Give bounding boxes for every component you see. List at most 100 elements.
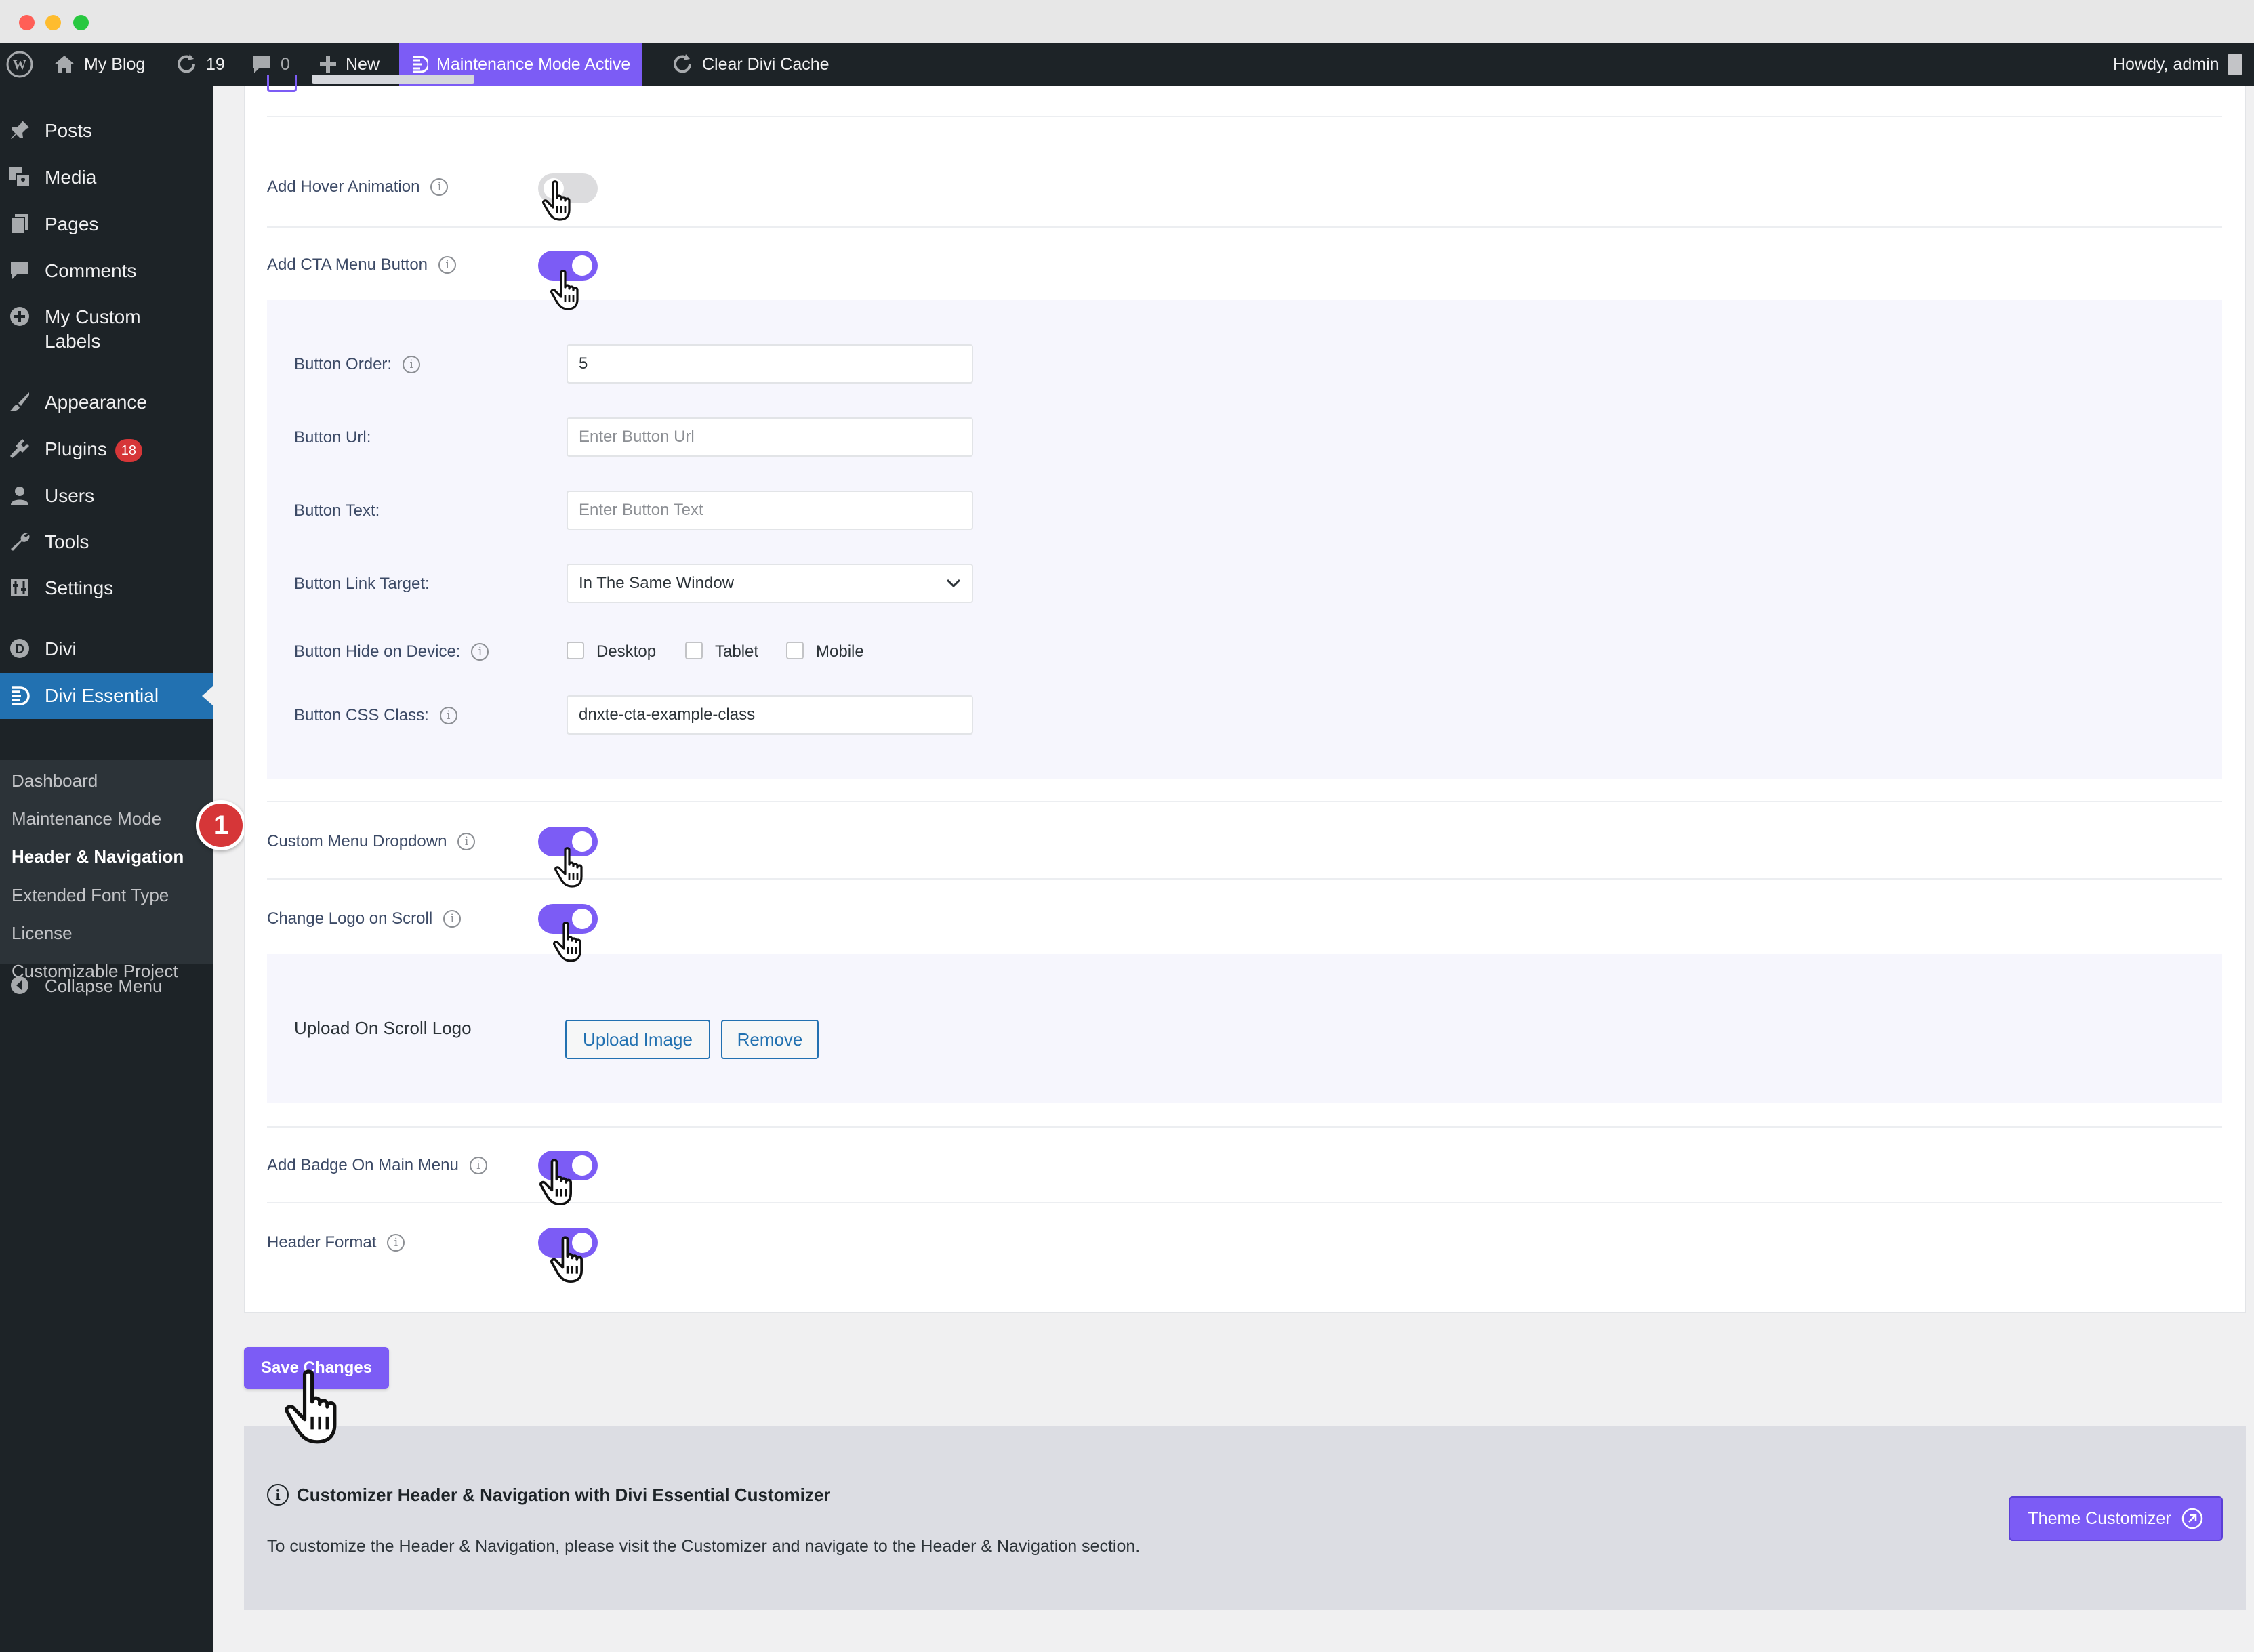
brush-icon (8, 390, 31, 413)
submenu-item-license[interactable]: License (12, 922, 73, 945)
submenu-item-dashboard[interactable]: Dashboard (12, 769, 98, 792)
hide-mobile-checkbox[interactable] (786, 642, 804, 659)
collapse-arrow-icon (8, 974, 31, 997)
pin-icon (8, 119, 31, 142)
button-url-label: Button Url: (294, 428, 371, 447)
window-titlebar (0, 0, 2254, 43)
home-icon (54, 56, 75, 73)
account-menu[interactable]: Howdy, admin (2113, 43, 2242, 86)
toggle-knob (572, 909, 592, 929)
button-text-input[interactable] (567, 491, 973, 530)
info-icon[interactable]: i (471, 643, 489, 661)
notice-title-text: Customizer Header & Navigation with Divi… (297, 1484, 831, 1505)
change-logo-scroll-label: Change Logo on Scroll i (267, 909, 462, 928)
hide-tablet-checkbox[interactable] (685, 642, 703, 659)
button-order-label: Button Order: i (294, 355, 421, 374)
divider (267, 1126, 2222, 1128)
sidebar-item-label: Settings (45, 577, 114, 598)
sidebar-item-label: Media (45, 167, 97, 188)
submenu-item-maintenance-mode[interactable]: Maintenance Mode (12, 807, 161, 830)
divider (267, 801, 2222, 802)
info-icon[interactable]: i (439, 707, 457, 724)
user-icon (8, 484, 31, 507)
custom-menu-dropdown-label: Custom Menu Dropdown i (267, 832, 476, 851)
previous-section-label-clipped (312, 75, 474, 84)
hide-desktop-checkbox[interactable] (567, 642, 584, 659)
chevron-down-icon (946, 579, 961, 588)
button-text-label: Button Text: (294, 501, 380, 520)
minimize-window-button[interactable] (45, 15, 61, 30)
save-changes-button[interactable]: Save Changes (244, 1347, 389, 1389)
close-window-button[interactable] (19, 15, 35, 30)
sidebar-item-label: Plugins 18 (45, 437, 142, 462)
button-url-input[interactable] (567, 417, 973, 457)
submenu-item-extended-font-type[interactable]: Extended Font Type (12, 884, 169, 907)
active-menu-arrow-icon (202, 686, 213, 705)
info-icon[interactable]: i (438, 256, 457, 274)
info-icon[interactable]: i (430, 178, 449, 196)
plugin-icon (8, 437, 31, 460)
sidebar-item-label: Users (45, 485, 95, 506)
updates-link[interactable]: 19 (175, 43, 225, 86)
maximize-window-button[interactable] (73, 15, 89, 30)
remove-image-button[interactable]: Remove (721, 1020, 819, 1059)
button-css-class-input[interactable] (567, 695, 973, 735)
theme-customizer-button[interactable]: Theme Customizer (2009, 1496, 2223, 1541)
sidebar-item-label: My Custom Labels (45, 306, 141, 352)
sidebar-item-divi-essential[interactable]: Divi Essential (0, 673, 213, 719)
clear-divi-cache-link[interactable]: Clear Divi Cache (671, 43, 829, 86)
hover-animation-toggle[interactable] (538, 173, 598, 203)
button-text-label-text: Button Text: (294, 501, 380, 520)
submenu-item-header-navigation[interactable]: Header & Navigation (12, 845, 184, 868)
scroll-logo-settings (267, 954, 2222, 1103)
cta-button-label: Add CTA Menu Button i (267, 255, 457, 274)
upload-image-button[interactable]: Upload Image (565, 1020, 710, 1059)
info-icon[interactable]: i (403, 356, 421, 373)
hover-animation-label: Add Hover Animation i (267, 178, 449, 197)
header-format-label-text: Header Format (267, 1233, 377, 1252)
hover-animation-label-text: Add Hover Animation (267, 178, 420, 196)
collapse-menu-label: Collapse Menu (45, 976, 163, 996)
site-name-link[interactable]: My Blog (53, 43, 145, 86)
info-icon[interactable]: i (443, 910, 462, 928)
sidebar-item-label: Comments (45, 260, 137, 281)
button-link-target-label-text: Button Link Target: (294, 575, 430, 593)
comment-icon (8, 259, 31, 282)
wordpress-logo-icon[interactable]: W (5, 43, 34, 86)
updates-count: 19 (206, 54, 225, 74)
divi-essential-submenu: Dashboard Maintenance Mode Header & Navi… (0, 760, 213, 981)
refresh-icon (674, 54, 691, 73)
plugins-label: Plugins (45, 438, 107, 459)
divider (267, 226, 2222, 228)
sidebar-item-label: Appearance (45, 392, 148, 413)
info-icon[interactable]: i (469, 1157, 487, 1174)
toggle-knob (544, 178, 564, 199)
previous-section-checkbox[interactable] (267, 75, 297, 92)
info-icon[interactable]: i (457, 833, 476, 850)
button-order-input[interactable] (567, 344, 973, 384)
plus-circle-icon (8, 305, 31, 328)
cta-button-toggle[interactable] (538, 251, 598, 281)
badge-main-menu-toggle[interactable] (538, 1151, 598, 1180)
custom-menu-dropdown-toggle[interactable] (538, 827, 598, 856)
toggle-knob (572, 1155, 592, 1176)
info-icon[interactable]: i (387, 1234, 405, 1252)
badge-main-menu-label: Add Badge On Main Menu i (267, 1156, 487, 1175)
cta-button-settings (267, 300, 2222, 779)
header-format-toggle[interactable] (538, 1228, 598, 1258)
notice-title: i Customizer Header & Navigation with Di… (267, 1484, 830, 1506)
cta-button-label-text: Add CTA Menu Button (267, 255, 428, 274)
info-icon: i (267, 1484, 289, 1506)
header-format-label: Header Format i (267, 1233, 405, 1252)
link-target-selected-value: In The Same Window (579, 574, 734, 592)
clear-cache-label: Clear Divi Cache (702, 54, 829, 74)
toggle-knob (572, 1233, 592, 1253)
refresh-icon (178, 54, 195, 73)
change-logo-scroll-label-text: Change Logo on Scroll (267, 909, 433, 928)
change-logo-scroll-toggle[interactable] (538, 904, 598, 934)
badge-main-menu-label-text: Add Badge On Main Menu (267, 1156, 459, 1174)
notice-description: To customize the Header & Navigation, pl… (267, 1537, 1141, 1556)
button-link-target-select[interactable]: In The Same Window (567, 564, 973, 603)
comment-icon (253, 56, 270, 73)
step-number-badge: 1 (196, 800, 246, 850)
